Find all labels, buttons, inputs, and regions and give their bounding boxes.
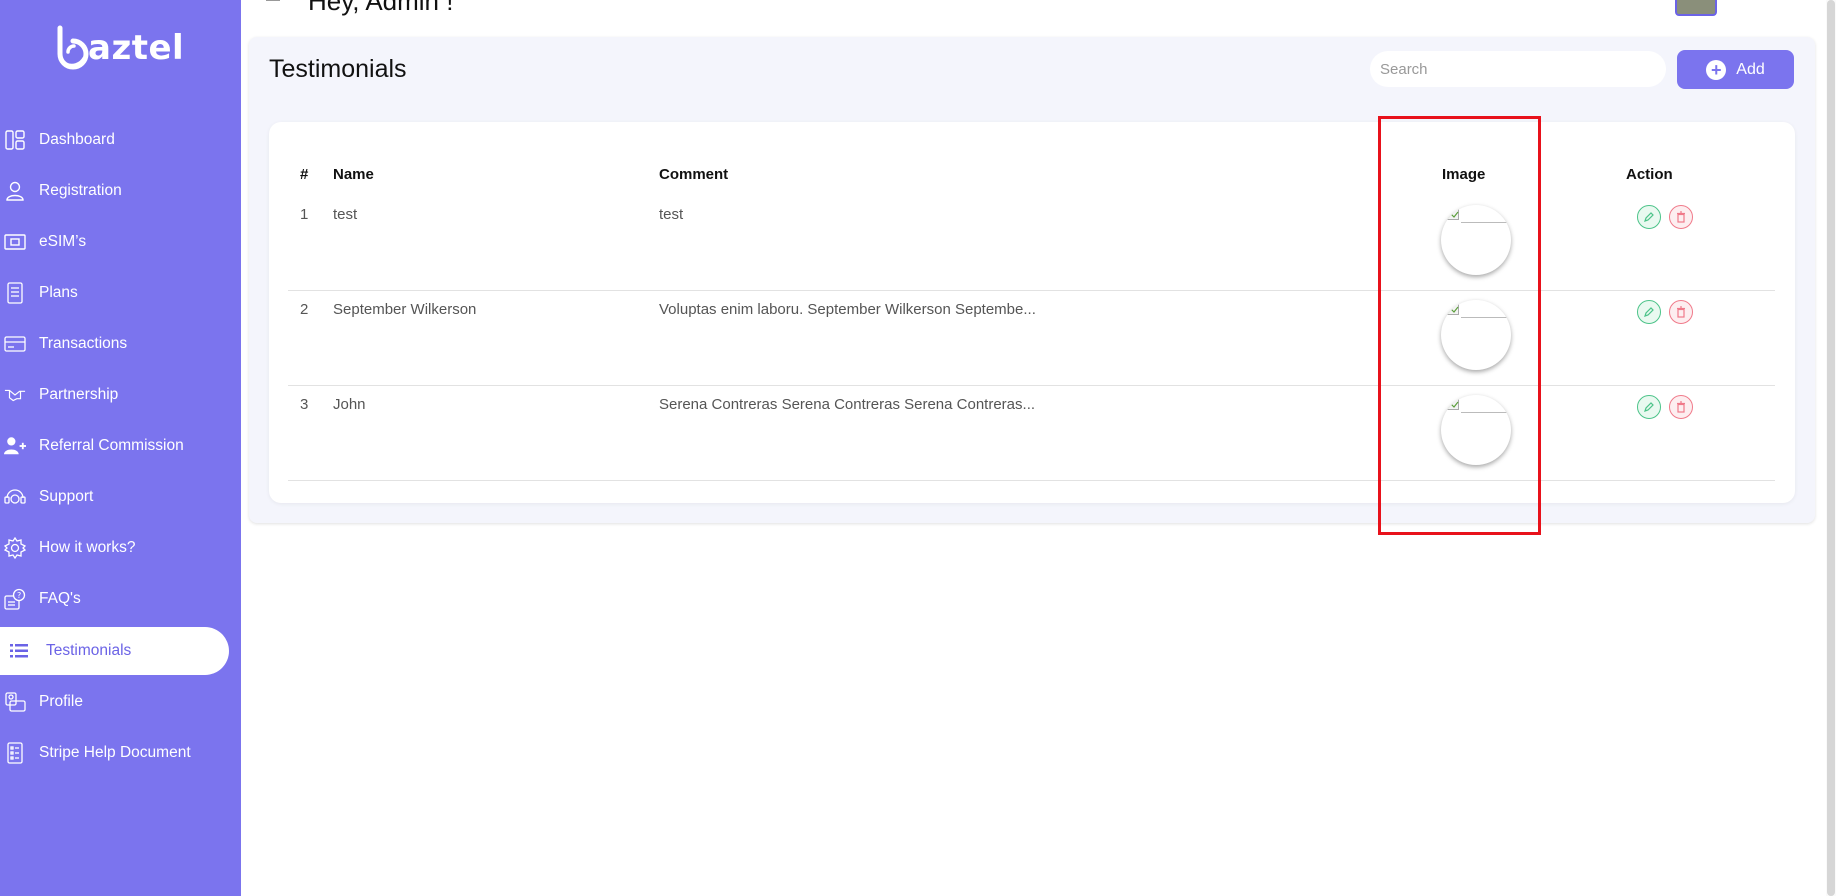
user-plus-icon — [4, 435, 26, 457]
row-comment: Serena Contreras Serena Contreras Serena… — [659, 396, 1036, 413]
row-comment: Voluptas enim laboru. September Wilkerso… — [659, 301, 1036, 318]
page-title: Testimonials — [269, 55, 407, 83]
avatar[interactable] — [1675, 0, 1717, 16]
sidebar-item-label: eSIM’s — [39, 233, 87, 250]
esim-icon — [4, 231, 26, 253]
broken-image-icon — [1447, 209, 1459, 220]
broken-image-icon — [1447, 304, 1459, 315]
sidebar-item-label: Registration — [39, 182, 122, 199]
image-placeholder-line — [1461, 222, 1511, 223]
scrollbar-thumb[interactable] — [1827, 0, 1835, 896]
row-comment: test — [659, 206, 684, 223]
testimonials-panel: Testimonials + Add # Name Comment Image … — [249, 37, 1815, 523]
brand-name: aztel — [88, 28, 185, 68]
pencil-icon — [1644, 402, 1654, 412]
pencil-icon — [1644, 212, 1654, 222]
column-header-number: # — [300, 166, 309, 183]
sidebar-item-label: Support — [39, 488, 94, 505]
card-icon — [4, 333, 26, 355]
profile-icon — [4, 691, 26, 713]
plans-icon — [4, 282, 26, 304]
sidebar-item-label: Dashboard — [39, 131, 115, 148]
sidebar-item-esims[interactable]: eSIM’s — [0, 218, 229, 266]
plus-icon: + — [1706, 59, 1727, 80]
sidebar-item-label: Plans — [39, 284, 78, 301]
sidebar-item-partnership[interactable]: Partnership — [0, 371, 229, 419]
delete-button[interactable] — [1669, 205, 1693, 229]
row-name: September Wilkerson — [333, 301, 477, 318]
logo-icon — [54, 24, 92, 72]
menu-toggle-icon[interactable] — [266, 0, 280, 1]
row-name: John — [333, 396, 366, 413]
sidebar-item-label: Profile — [39, 693, 83, 710]
sidebar-item-how-it-works[interactable]: How it works? — [0, 524, 229, 572]
column-header-comment: Comment — [659, 166, 729, 183]
scrollbar[interactable] — [1826, 0, 1836, 896]
sidebar-item-label: How it works? — [39, 539, 136, 556]
testimonial-image — [1441, 395, 1511, 465]
trash-icon — [1677, 211, 1685, 223]
faq-icon: ? — [4, 588, 26, 610]
delete-button[interactable] — [1669, 300, 1693, 324]
sidebar-item-label: Stripe Help Document — [39, 744, 191, 761]
brand-logo[interactable]: aztel — [54, 22, 184, 74]
sidebar-item-label: Transactions — [39, 335, 128, 352]
delete-button[interactable] — [1669, 395, 1693, 419]
edit-button[interactable] — [1637, 300, 1661, 324]
table-row: 2 September Wilkerson Voluptas enim labo… — [288, 290, 1775, 386]
sidebar: aztel Dashboard Registration eSIM’s Plan… — [0, 0, 241, 896]
sidebar-item-transactions[interactable]: Transactions — [0, 320, 229, 368]
column-header-action: Action — [1626, 166, 1673, 183]
row-name: test — [333, 206, 358, 223]
row-number: 3 — [300, 396, 309, 413]
greeting: Hey, Admin ! — [308, 0, 454, 16]
testimonial-image — [1441, 205, 1511, 275]
gear-icon — [4, 537, 26, 559]
sidebar-item-faqs[interactable]: ? FAQ's — [0, 575, 229, 623]
trash-icon — [1677, 306, 1685, 318]
sidebar-item-label: Partnership — [39, 386, 119, 403]
edit-button[interactable] — [1637, 395, 1661, 419]
add-button-label: Add — [1736, 60, 1765, 78]
column-header-image: Image — [1442, 166, 1486, 183]
sidebar-item-support[interactable]: Support — [0, 473, 229, 521]
sidebar-item-stripe-help-document[interactable]: Stripe Help Document — [0, 729, 229, 777]
headset-icon — [4, 486, 26, 508]
list-icon — [8, 640, 30, 662]
sidebar-item-profile[interactable]: Profile — [0, 678, 229, 726]
image-placeholder-line — [1461, 317, 1511, 318]
dashboard-icon — [4, 129, 26, 151]
search-input[interactable] — [1370, 51, 1666, 87]
table-row: 3 John Serena Contreras Serena Contreras… — [288, 385, 1775, 481]
row-number: 2 — [300, 301, 309, 318]
document-icon — [4, 742, 26, 764]
pencil-icon — [1644, 307, 1654, 317]
sidebar-item-label: Referral Commission — [39, 437, 184, 454]
svg-text:?: ? — [17, 591, 21, 600]
user-icon — [4, 180, 26, 202]
row-number: 1 — [300, 206, 309, 223]
broken-image-icon — [1447, 399, 1459, 410]
testimonial-image — [1441, 300, 1511, 370]
add-button[interactable]: + Add — [1677, 50, 1794, 89]
sidebar-item-dashboard[interactable]: Dashboard — [0, 116, 229, 164]
trash-icon — [1677, 401, 1685, 413]
sidebar-item-label: FAQ's — [39, 590, 81, 607]
sidebar-item-plans[interactable]: Plans — [0, 269, 229, 317]
table-row: 1 test test — [288, 195, 1775, 291]
sidebar-item-registration[interactable]: Registration — [0, 167, 229, 215]
sidebar-item-testimonials[interactable]: Testimonials — [0, 627, 229, 675]
handshake-icon — [4, 384, 26, 406]
column-header-name: Name — [333, 166, 374, 183]
sidebar-item-label: Testimonials — [46, 642, 132, 659]
sidebar-item-referral-commission[interactable]: Referral Commission — [0, 422, 229, 470]
image-placeholder-line — [1461, 412, 1511, 413]
edit-button[interactable] — [1637, 205, 1661, 229]
testimonials-table: # Name Comment Image Action 1 test test … — [269, 122, 1795, 503]
